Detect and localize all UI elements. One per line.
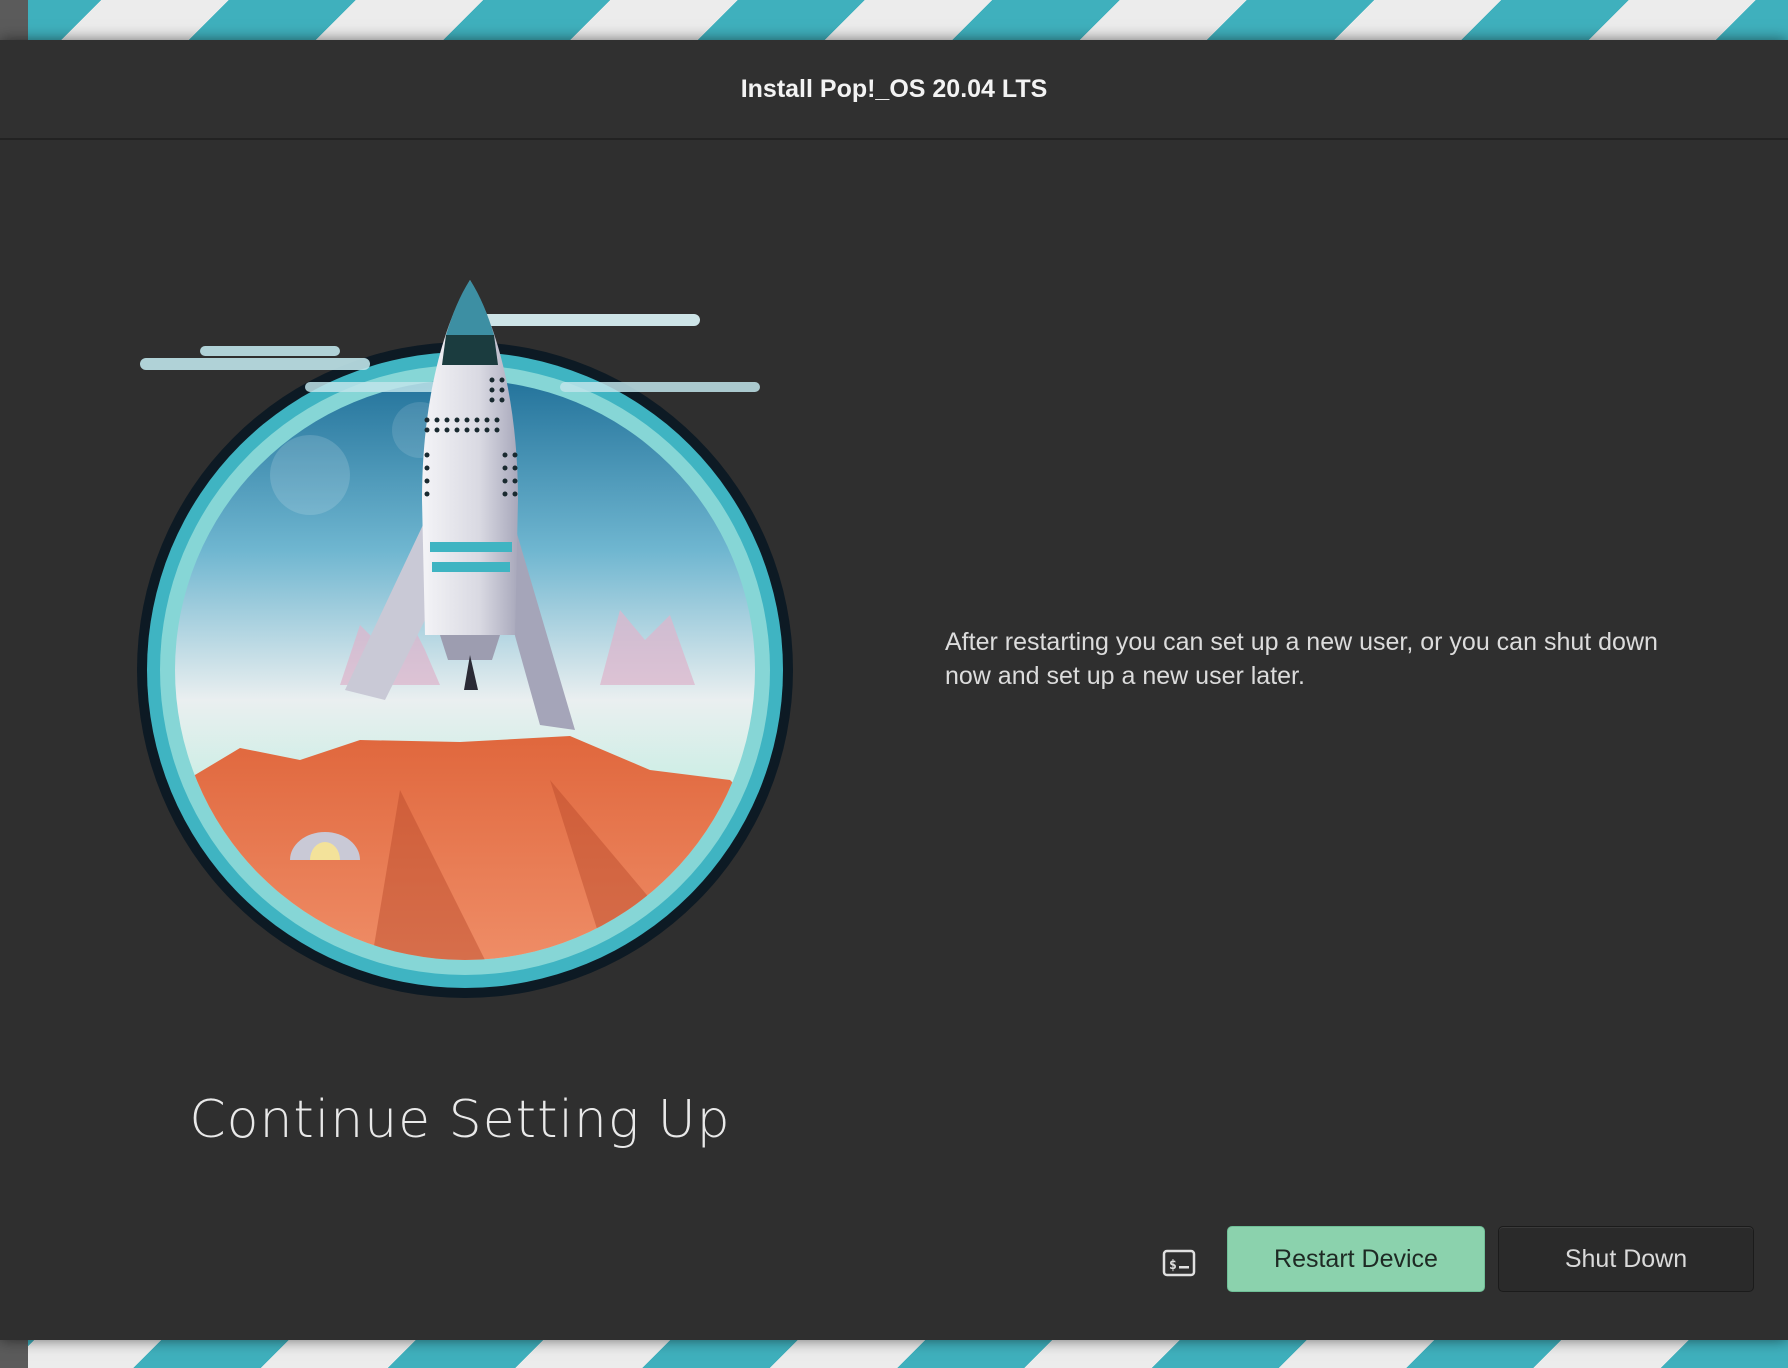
installer-window: Install Pop!_OS 20.04 LTS Continue Setti…: [0, 40, 1788, 1340]
rocket-illustration: [130, 270, 810, 1010]
terminal-button[interactable]: $: [1158, 1242, 1200, 1284]
description-text: After restarting you can set up a new us…: [945, 628, 1658, 690]
title-bar: Install Pop!_OS 20.04 LTS: [0, 40, 1788, 140]
terminal-icon: $: [1162, 1249, 1196, 1277]
shut-down-button[interactable]: Shut Down: [1498, 1226, 1754, 1292]
svg-text:$: $: [1169, 1258, 1177, 1273]
restart-device-button[interactable]: Restart Device: [1227, 1226, 1485, 1292]
window-title: Install Pop!_OS 20.04 LTS: [740, 74, 1048, 103]
page-heading: Continue Setting Up: [189, 1090, 731, 1150]
